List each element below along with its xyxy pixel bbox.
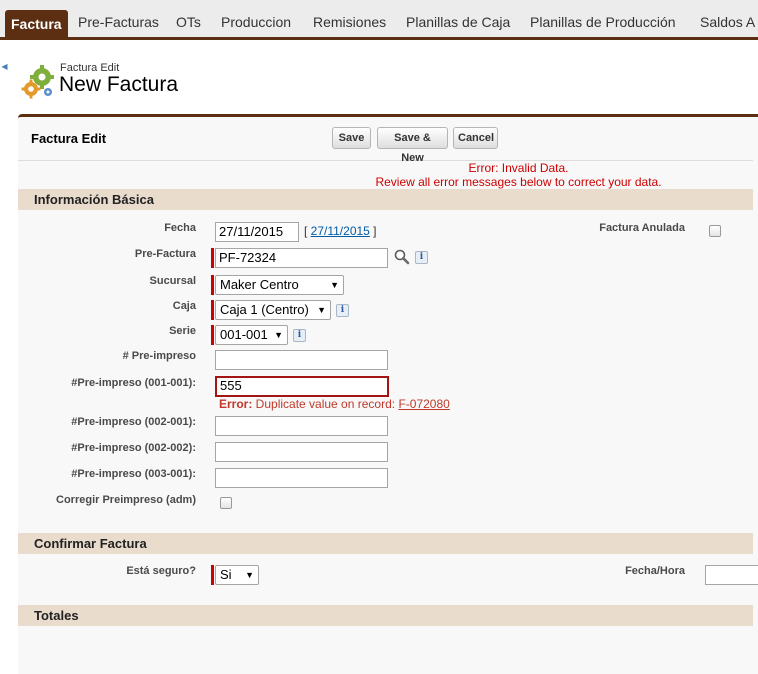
tab-bar: Factura Pre-Facturas OTs Produccion Remi… xyxy=(0,0,758,40)
pre-impreso-002-002-input[interactable] xyxy=(215,442,388,462)
bracket-close: ] xyxy=(369,224,377,238)
panel-title: Factura Edit xyxy=(31,131,107,146)
magnifier-icon[interactable] xyxy=(393,249,411,265)
section-title: Totales xyxy=(34,608,79,623)
chevron-down-icon: ▼ xyxy=(274,330,283,340)
tab-produccion[interactable]: Produccion xyxy=(221,8,291,36)
fecha-today-link: [ 27/11/2015 ] xyxy=(304,224,377,238)
section-confirmar-factura: Confirmar Factura xyxy=(18,533,753,554)
section-informacion-basica: Información Básica xyxy=(18,189,753,210)
tab-planillas-de-produccion[interactable]: Planillas de Producción xyxy=(530,8,676,36)
pre-impreso-002-002-label: #Pre-impreso (002-002): xyxy=(71,442,196,454)
serie-label: Serie xyxy=(169,325,196,337)
required-marker xyxy=(211,300,214,320)
esta-seguro-select[interactable]: Si ▼ xyxy=(215,565,259,585)
pre-impreso-003-001-input[interactable] xyxy=(215,468,388,488)
field-error-message: Error: Duplicate value on record: F-0720… xyxy=(219,397,450,411)
pre-factura-label: Pre-Factura xyxy=(134,248,196,260)
fecha-label: Fecha xyxy=(164,222,196,234)
pre-impreso-input[interactable] xyxy=(215,350,388,370)
pre-impreso-002-001-input[interactable] xyxy=(215,416,388,436)
required-marker xyxy=(211,325,214,345)
today-date-link[interactable]: 27/11/2015 xyxy=(311,224,370,238)
field-error-prefix: Error: xyxy=(219,397,253,411)
info-icon[interactable]: i xyxy=(415,251,428,264)
chevron-down-icon: ▼ xyxy=(317,305,326,315)
factura-anulada-checkbox[interactable] xyxy=(709,225,721,237)
sucursal-select[interactable]: Maker Centro ▼ xyxy=(215,275,344,295)
esta-seguro-selected-value: Si xyxy=(220,567,232,582)
esta-seguro-label: Está seguro? xyxy=(126,565,196,577)
corregir-preimpreso-label: Corregir Preimpreso (adm) xyxy=(56,494,196,506)
duplicate-record-link[interactable]: F-072080 xyxy=(398,397,449,411)
info-icon[interactable]: i xyxy=(293,329,306,342)
error-message-title: Error: Invalid Data. xyxy=(468,161,569,175)
fecha-hora-input[interactable] xyxy=(705,565,758,585)
page-title: New Factura xyxy=(59,73,179,96)
chevron-down-icon: ▼ xyxy=(330,280,339,290)
save-and-new-button[interactable]: Save & New xyxy=(377,127,448,164)
required-marker xyxy=(211,248,214,268)
required-marker xyxy=(211,565,214,585)
caja-select[interactable]: Caja 1 (Centro) ▼ xyxy=(215,300,331,320)
pre-impreso-label: # Pre-impreso xyxy=(122,350,196,362)
fecha-hora-label: Fecha/Hora xyxy=(625,565,685,577)
tab-factura[interactable]: Factura xyxy=(5,10,68,40)
tab-remisiones[interactable]: Remisiones xyxy=(313,8,386,36)
pre-factura-input[interactable]: PF-72324 xyxy=(215,248,388,268)
bracket-open: [ xyxy=(304,224,311,238)
pre-impreso-001-001-input[interactable]: 555 xyxy=(215,376,389,397)
sidebar-toggle-icon[interactable]: ◀ xyxy=(0,58,9,76)
chevron-down-icon: ▼ xyxy=(245,570,254,580)
serie-selected-value: 001-001 xyxy=(220,327,268,342)
gears-icon xyxy=(21,65,54,99)
serie-select[interactable]: 001-001 ▼ xyxy=(215,325,288,345)
pre-impreso-001-001-label: #Pre-impreso (001-001): xyxy=(71,377,196,389)
info-icon[interactable]: i xyxy=(336,304,349,317)
tab-pre-facturas[interactable]: Pre-Facturas xyxy=(78,8,159,36)
tab-ots[interactable]: OTs xyxy=(176,8,201,36)
corregir-preimpreso-checkbox[interactable] xyxy=(220,497,232,509)
field-error-text: Duplicate value on record: xyxy=(252,397,399,411)
factura-anulada-label: Factura Anulada xyxy=(599,222,685,234)
pre-impreso-003-001-label: #Pre-impreso (003-001): xyxy=(71,468,196,480)
sucursal-selected-value: Maker Centro xyxy=(220,277,299,292)
section-totales: Totales xyxy=(18,605,753,626)
fecha-input[interactable]: 27/11/2015 xyxy=(215,222,299,242)
caja-label: Caja xyxy=(172,300,196,312)
tab-planillas-de-caja[interactable]: Planillas de Caja xyxy=(406,8,510,36)
pre-impreso-002-001-label: #Pre-impreso (002-001): xyxy=(71,416,196,428)
section-title: Información Básica xyxy=(34,192,154,207)
tab-saldos[interactable]: Saldos A xyxy=(700,8,755,36)
sucursal-label: Sucursal xyxy=(149,275,196,287)
error-message-detail: Review all error messages below to corre… xyxy=(375,175,662,189)
save-button[interactable]: Save xyxy=(332,127,371,149)
section-title: Confirmar Factura xyxy=(34,536,147,551)
cancel-button[interactable]: Cancel xyxy=(453,127,498,149)
required-marker xyxy=(211,275,214,295)
caja-selected-value: Caja 1 (Centro) xyxy=(220,302,309,317)
